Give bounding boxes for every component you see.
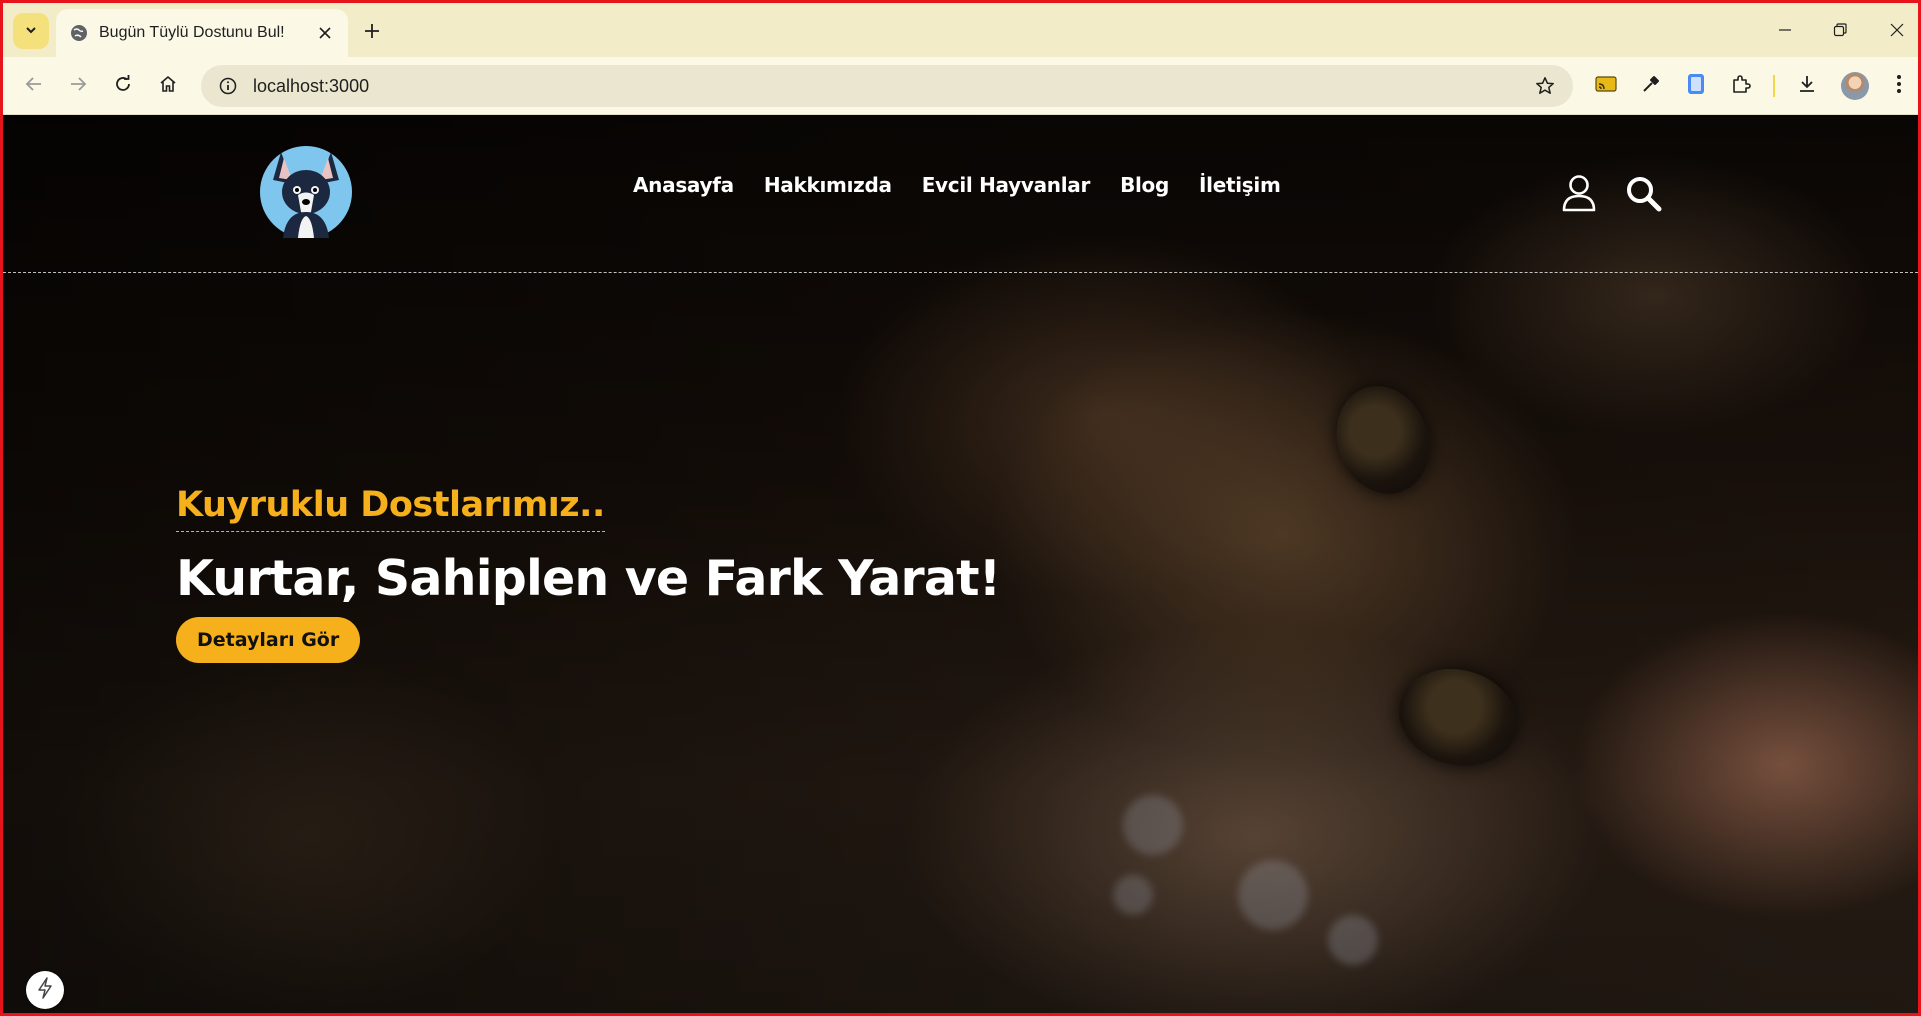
tablet-icon <box>1687 73 1705 99</box>
search-icon[interactable] <box>1623 173 1663 213</box>
info-icon[interactable] <box>217 75 239 97</box>
header-icons <box>1559 173 1663 213</box>
nav-link-about[interactable]: Hakkımızda <box>764 173 892 197</box>
site-header: Anasayfa Hakkımızda Evcil Hayvanlar Blog… <box>3 115 1918 273</box>
reload-button[interactable] <box>106 69 140 103</box>
browser-window: Bugün Tüylü Dostunu Bul! localhost:3000 … <box>0 0 1921 1016</box>
star-icon[interactable] <box>1533 74 1557 98</box>
hero-content: Kuyruklu Dostlarımız.. Kurtar, Sahiplen … <box>176 485 1001 663</box>
forward-button[interactable] <box>61 69 95 103</box>
address-bar[interactable]: localhost:3000 <box>201 65 1573 107</box>
main-nav: Anasayfa Hakkımızda Evcil Hayvanlar Blog… <box>633 173 1281 197</box>
eyedropper-button[interactable] <box>1634 69 1668 103</box>
nav-link-pets[interactable]: Evcil Hayvanlar <box>922 173 1091 197</box>
browser-toolbar: localhost:3000 <box>3 57 1918 115</box>
url-text[interactable]: localhost:3000 <box>253 76 1533 97</box>
nav-link-home[interactable]: Anasayfa <box>633 173 734 197</box>
nav-link-blog[interactable]: Blog <box>1120 173 1169 197</box>
eyedropper-icon <box>1641 74 1661 98</box>
downloads-button[interactable] <box>1790 69 1824 103</box>
hero-kicker: Kuyruklu Dostlarımız.. <box>176 485 605 532</box>
tab-strip: Bugün Tüylü Dostunu Bul! <box>3 3 1918 57</box>
restore-button[interactable] <box>1825 17 1855 45</box>
cast-button[interactable] <box>1589 69 1623 103</box>
home-button[interactable] <box>151 69 185 103</box>
dog-logo[interactable] <box>253 140 359 240</box>
close-icon[interactable] <box>314 22 336 44</box>
reload-icon <box>114 75 132 97</box>
plus-icon <box>364 23 380 43</box>
tab-search-button[interactable] <box>13 13 49 49</box>
puzzle-icon <box>1731 74 1751 98</box>
profile-avatar[interactable] <box>1841 72 1869 100</box>
nav-link-contact[interactable]: İletişim <box>1199 173 1281 197</box>
toolbar-separator <box>1773 75 1775 97</box>
back-button[interactable] <box>17 69 51 103</box>
back-arrow-icon <box>25 75 43 97</box>
cast-icon <box>1595 75 1617 97</box>
forward-arrow-icon <box>69 75 87 97</box>
window-close-icon <box>1890 22 1904 41</box>
dev-tools-badge[interactable] <box>26 971 64 1009</box>
extensions-button[interactable] <box>1724 69 1758 103</box>
minimize-icon <box>1778 22 1792 41</box>
home-icon <box>159 75 177 97</box>
globe-icon <box>69 23 89 43</box>
browser-tab[interactable]: Bugün Tüylü Dostunu Bul! <box>56 9 348 57</box>
hero-headline: Kurtar, Sahiplen ve Fark Yarat! <box>176 550 1001 607</box>
chevron-down-icon <box>24 22 38 41</box>
tablet-extension-button[interactable] <box>1679 69 1713 103</box>
restore-icon <box>1833 22 1847 41</box>
tab-title: Bugün Tüylü Dostunu Bul! <box>99 24 285 41</box>
browser-menu-button[interactable] <box>1882 69 1916 103</box>
minimize-button[interactable] <box>1770 17 1800 45</box>
user-icon[interactable] <box>1559 173 1599 213</box>
lightning-icon <box>36 977 54 1003</box>
new-tab-button[interactable] <box>358 19 386 47</box>
window-close-button[interactable] <box>1882 17 1912 45</box>
details-button[interactable]: Detayları Gör <box>176 617 361 663</box>
web-page: Anasayfa Hakkımızda Evcil Hayvanlar Blog… <box>3 115 1918 1013</box>
kebab-menu-icon <box>1896 74 1902 98</box>
download-icon <box>1797 74 1817 98</box>
